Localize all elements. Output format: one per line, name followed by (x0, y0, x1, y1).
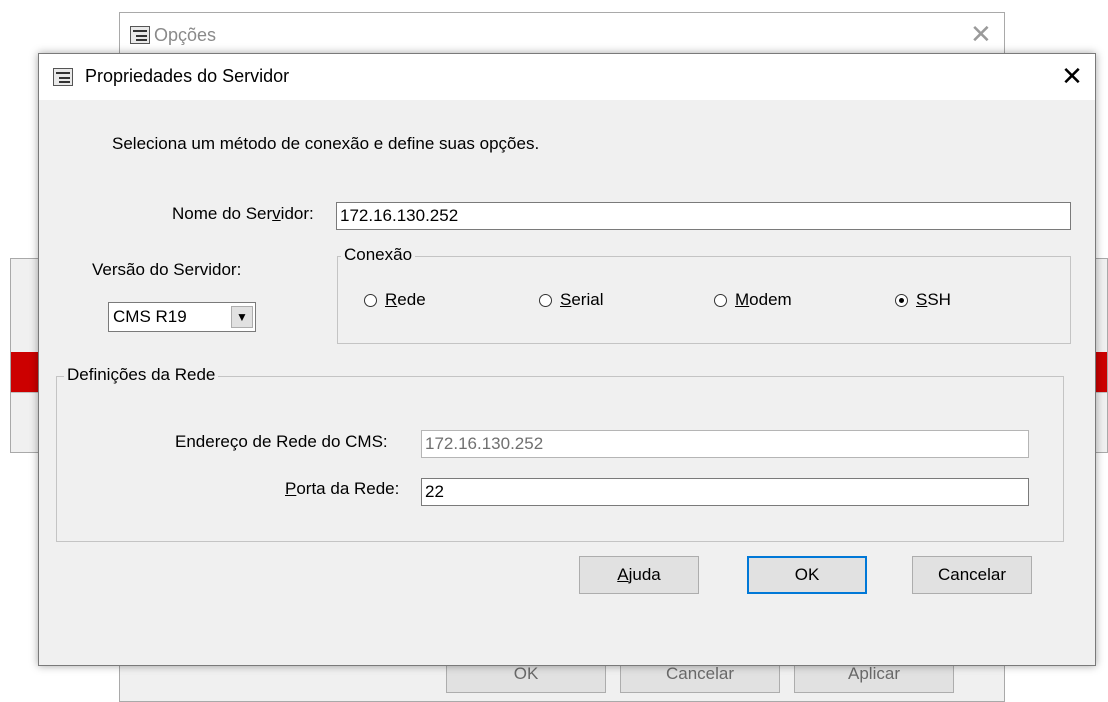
cancel-button[interactable]: Cancelar (912, 556, 1032, 594)
options-app-icon (130, 26, 150, 44)
radio-serial-icon[interactable] (539, 294, 552, 307)
network-address-field: 172.16.130.252 (421, 430, 1029, 458)
network-address-value: 172.16.130.252 (425, 434, 544, 453)
server-properties-dialog: Propriedades do Servidor ✕ Seleciona um … (38, 53, 1096, 666)
server-version-value: CMS R19 (113, 307, 187, 326)
instruction-text: Seleciona um método de conexão e define … (112, 134, 540, 153)
connection-legend: Conexão (341, 245, 416, 265)
radio-rede-label: Rede (385, 290, 426, 309)
radio-modem-icon[interactable] (714, 294, 727, 307)
server-version-label: Versão do Servidor: (92, 260, 242, 279)
radio-modem-label: Modem (735, 290, 792, 309)
radio-rede-icon[interactable] (364, 294, 377, 307)
dialog-app-icon (53, 68, 73, 86)
network-port-label: Porta da Rede: (285, 479, 400, 498)
dialog-titlebar: Propriedades do Servidor ✕ (39, 54, 1095, 100)
options-close-icon[interactable]: ✕ (970, 19, 992, 50)
network-settings-legend: Definições da Rede (64, 365, 219, 385)
ok-button[interactable]: OK (747, 556, 867, 594)
radio-ssh-label: SSH (916, 290, 951, 309)
help-button[interactable]: Ajuda (579, 556, 699, 594)
options-title: Opções (154, 25, 217, 45)
server-name-label: Nome do Servidor: (172, 204, 314, 223)
radio-ssh-icon[interactable] (895, 294, 908, 307)
network-port-input[interactable]: 22 (421, 478, 1029, 506)
network-settings-group: Definições da Rede Endereço de Rede do C… (56, 365, 1064, 542)
options-titlebar: Opções ✕ (120, 13, 1004, 57)
server-name-input[interactable]: 172.16.130.252 (336, 202, 1071, 230)
server-name-value: 172.16.130.252 (340, 206, 459, 225)
close-icon[interactable]: ✕ (1057, 61, 1087, 92)
chevron-down-icon[interactable]: ▼ (231, 306, 253, 328)
server-version-select[interactable]: CMS R19 ▼ (108, 302, 256, 332)
connection-group: Conexão Rede Serial Modem SSH (337, 245, 1071, 344)
radio-serial-label: Serial (560, 290, 604, 309)
dialog-title: Propriedades do Servidor (85, 66, 290, 86)
network-address-label: Endereço de Rede do CMS: (175, 432, 388, 451)
network-port-value: 22 (425, 482, 444, 501)
